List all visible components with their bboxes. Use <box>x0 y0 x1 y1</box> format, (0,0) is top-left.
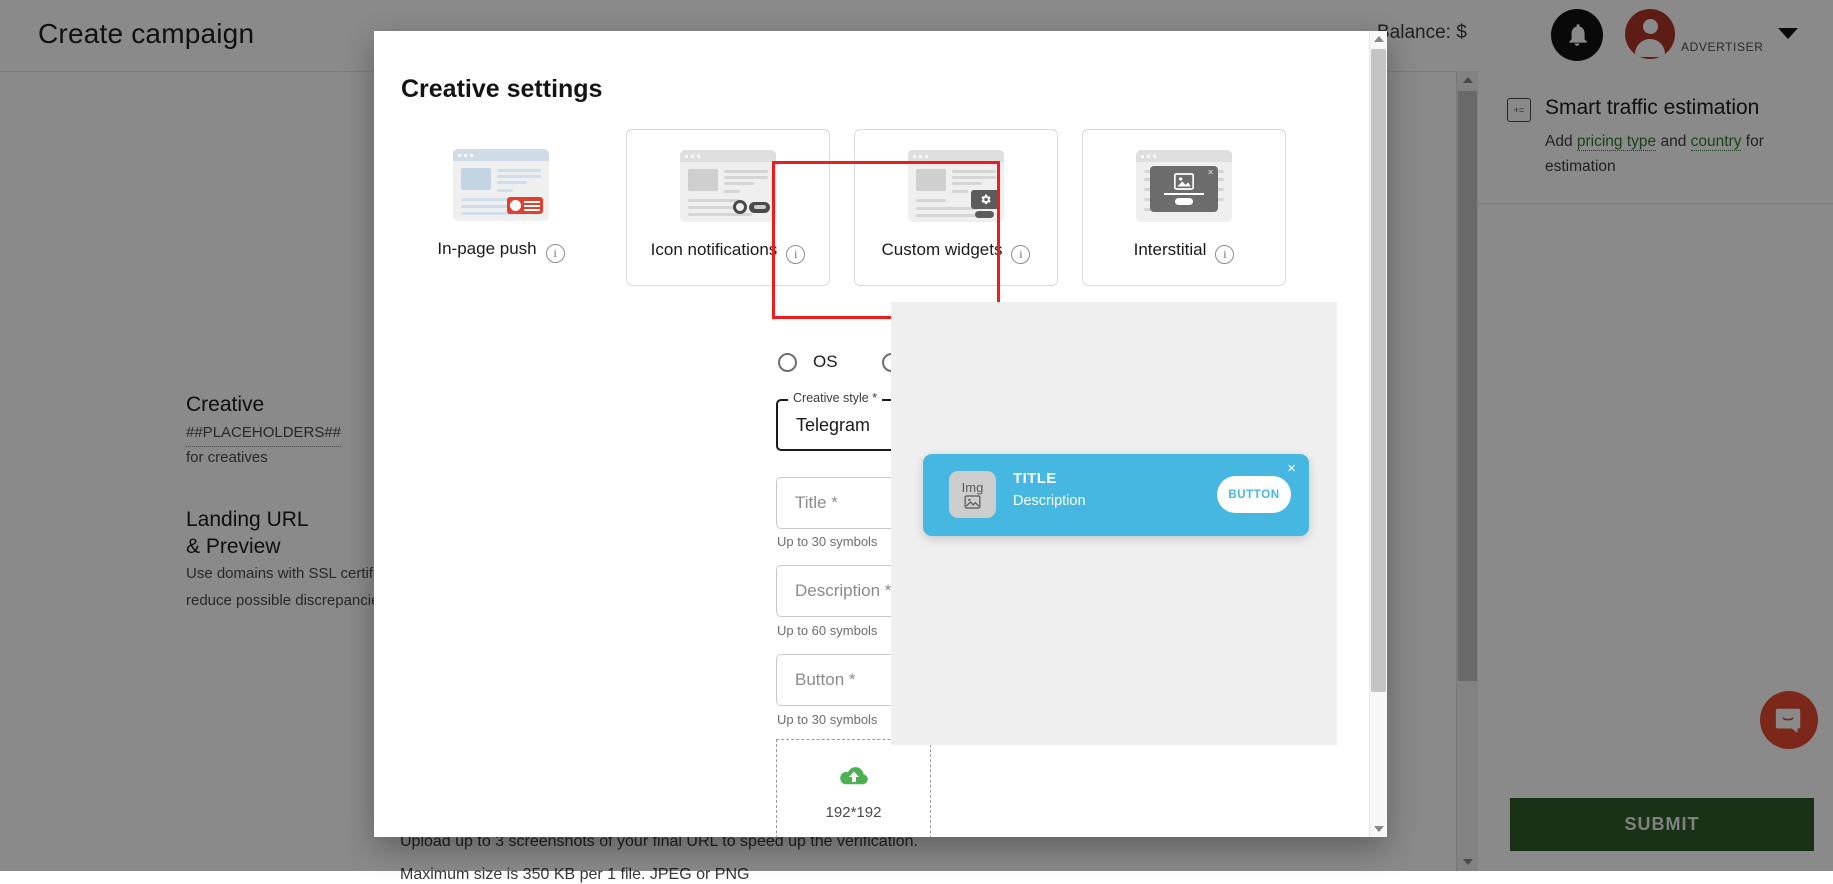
info-icon[interactable]: i <box>545 244 565 263</box>
preview-image-placeholder: Img <box>949 471 996 518</box>
creative-style-value: Telegram <box>796 415 871 435</box>
creative-type-label: Icon notifications i <box>627 240 829 264</box>
file-dropzone[interactable]: 192*192 Drop a file here or Select <box>776 739 931 837</box>
icon-notifications-icon <box>680 150 776 222</box>
preview-button[interactable]: BUTTON <box>1217 476 1291 513</box>
upload-dimensions: 192*192 <box>825 804 882 821</box>
preview-img-label: Img <box>961 479 984 495</box>
title-placeholder: Title * <box>795 493 838 512</box>
description-placeholder: Description * <box>795 581 892 600</box>
modal-scroll-up-arrow-icon[interactable] <box>1370 31 1387 47</box>
creative-type-card-list: In-page push i Icon notifications i Cust… <box>400 129 1286 286</box>
button-placeholder: Button * <box>795 670 856 689</box>
creative-preview-panel: Img TITLE Description BUTTON × <box>891 302 1337 745</box>
upload-cloud-icon <box>777 765 930 794</box>
preview-close-icon[interactable]: × <box>1287 460 1296 477</box>
custom-widgets-icon <box>908 150 1004 222</box>
interstitial-icon: ✕ <box>1136 150 1232 222</box>
creative-type-card-in-page-push[interactable]: In-page push i <box>400 129 602 284</box>
info-icon[interactable]: i <box>1215 245 1235 264</box>
creative-type-card-custom-widgets[interactable]: Custom widgets i <box>854 129 1058 286</box>
description-hint: Up to 60 symbols <box>777 623 878 638</box>
info-icon[interactable]: i <box>1011 245 1031 264</box>
modal-scroll-down-arrow-icon[interactable] <box>1370 821 1387 837</box>
creative-type-label: Interstitial i <box>1083 240 1285 264</box>
modal-scrollbar[interactable] <box>1369 31 1387 837</box>
modal-title: Creative settings <box>401 75 603 103</box>
radio-os[interactable]: OS <box>778 352 838 372</box>
preview-title: TITLE <box>1013 470 1057 487</box>
info-icon[interactable]: i <box>786 245 806 264</box>
radio-circle-icon <box>778 352 797 372</box>
creative-type-card-icon-notifications[interactable]: Icon notifications i <box>626 129 830 286</box>
in-page-push-icon <box>453 149 549 221</box>
creative-type-card-interstitial[interactable]: ✕ Interstitial i <box>1082 129 1286 286</box>
creative-type-label: Custom widgets i <box>855 240 1057 264</box>
radio-label: OS <box>813 352 838 371</box>
title-hint: Up to 30 symbols <box>777 534 878 549</box>
preview-notification: Img TITLE Description BUTTON × <box>923 454 1309 536</box>
modal-body: Creative settings In-page push i Icon no… <box>374 31 1370 837</box>
modal-scroll-thumb[interactable] <box>1371 49 1386 692</box>
creative-style-label: Creative style * <box>788 391 883 405</box>
button-hint: Up to 30 symbols <box>777 712 878 727</box>
creative-type-label: In-page push i <box>400 239 602 263</box>
preview-description: Description <box>1013 493 1086 509</box>
creative-settings-modal: Creative settings In-page push i Icon no… <box>374 31 1387 837</box>
